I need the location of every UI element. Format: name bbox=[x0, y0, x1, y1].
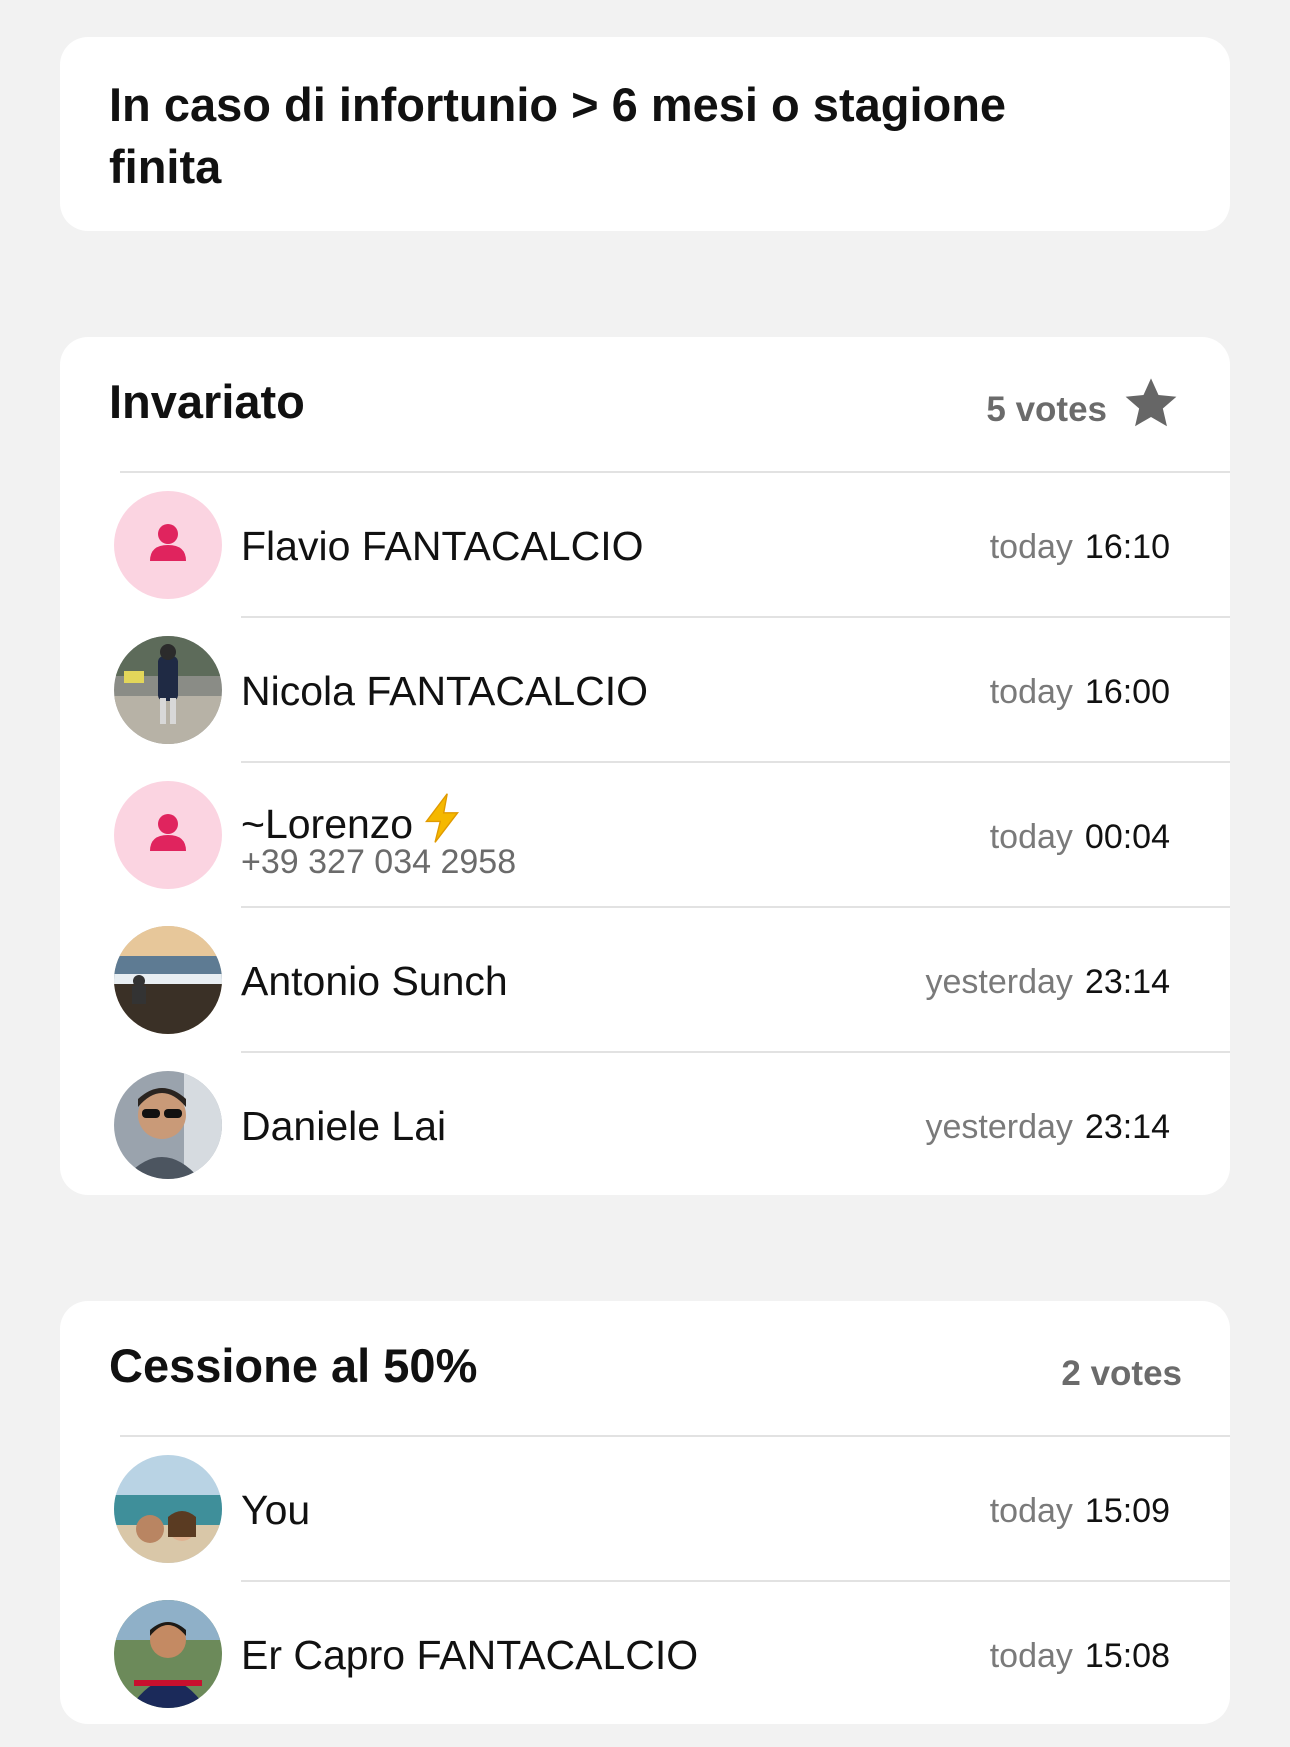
voter-phone: +39 327 034 2958 bbox=[241, 843, 517, 881]
poll-option-title: Cessione al 50% bbox=[109, 1339, 478, 1392]
poll-option-header: Cessione al 50% 2 votes bbox=[109, 1301, 1230, 1437]
voter-name: Nicola FANTACALCIO bbox=[241, 668, 649, 714]
vote-timestamp: today 15:09 bbox=[990, 1492, 1170, 1531]
voter-name: Antonio Sunch bbox=[241, 958, 508, 1004]
voter-row[interactable]: Er Capro FANTACALCIO today 15:08 bbox=[60, 1582, 1230, 1724]
voter-name: Flavio FANTACALCIO bbox=[241, 523, 644, 569]
poll-option-card: Invariato 5 votes Flavio FANTACALCIO tod… bbox=[60, 337, 1230, 1195]
vote-time: 23:14 bbox=[1084, 1108, 1170, 1146]
voter-row[interactable]: ~Lorenzo +39 327 034 2958 today 00:04 bbox=[60, 763, 1230, 908]
poll-question-card: In caso di infortunio > 6 mesi o stagion… bbox=[60, 37, 1230, 231]
vote-time: 16:00 bbox=[1084, 673, 1170, 711]
vote-timestamp: yesterday 23:14 bbox=[926, 963, 1171, 1002]
vote-time: 16:10 bbox=[1084, 528, 1170, 566]
vote-day: today bbox=[989, 818, 1073, 856]
voter-name: ~Lorenzo bbox=[241, 792, 463, 848]
voter-row[interactable]: Daniele Lai yesterday 23:14 bbox=[60, 1053, 1230, 1195]
vote-day: today bbox=[989, 673, 1073, 711]
voter-name: You bbox=[241, 1487, 311, 1533]
avatar bbox=[114, 1600, 222, 1708]
vote-timestamp: today 15:08 bbox=[990, 1637, 1170, 1676]
high-voltage-icon bbox=[425, 793, 460, 843]
voter-row[interactable]: Flavio FANTACALCIO today 16:10 bbox=[60, 473, 1230, 618]
vote-timestamp: today 00:04 bbox=[990, 818, 1170, 857]
poll-option-vote-count: 2 votes bbox=[1061, 1354, 1182, 1393]
vote-time: 15:09 bbox=[1084, 1492, 1170, 1530]
vote-day: today bbox=[989, 528, 1073, 566]
voter-name: Daniele Lai bbox=[241, 1103, 447, 1149]
default-avatar-icon bbox=[114, 781, 222, 889]
avatar bbox=[114, 636, 222, 744]
vote-time: 15:08 bbox=[1084, 1637, 1170, 1675]
vote-day: yesterday bbox=[925, 963, 1073, 1001]
avatar bbox=[114, 926, 222, 1034]
poll-option-card: Cessione al 50% 2 votes You today 15:09 bbox=[60, 1301, 1230, 1724]
vote-timestamp: yesterday 23:14 bbox=[926, 1108, 1171, 1147]
vote-timestamp: today 16:00 bbox=[990, 673, 1170, 712]
voter-name-text: ~Lorenzo bbox=[241, 801, 414, 847]
vote-time: 23:14 bbox=[1084, 963, 1170, 1001]
vote-day: today bbox=[989, 1637, 1073, 1675]
default-avatar-icon bbox=[114, 491, 222, 599]
vote-day: yesterday bbox=[925, 1108, 1073, 1146]
avatar bbox=[114, 1455, 222, 1563]
vote-timestamp: today 16:10 bbox=[990, 528, 1170, 567]
voter-row[interactable]: Antonio Sunch yesterday 23:14 bbox=[60, 908, 1230, 1053]
voter-row[interactable]: Nicola FANTACALCIO today 16:00 bbox=[60, 618, 1230, 763]
poll-question-title: In caso di infortunio > 6 mesi o stagion… bbox=[109, 78, 1007, 193]
vote-day: today bbox=[989, 1492, 1073, 1530]
poll-option-vote-count: 5 votes bbox=[986, 390, 1107, 429]
voter-row[interactable]: You today 15:09 bbox=[60, 1437, 1230, 1582]
poll-option-title: Invariato bbox=[109, 375, 305, 428]
avatar bbox=[114, 1071, 222, 1179]
star-icon bbox=[1125, 378, 1177, 427]
poll-option-header: Invariato 5 votes bbox=[109, 337, 1230, 473]
vote-time: 00:04 bbox=[1084, 818, 1170, 856]
voter-name: Er Capro FANTACALCIO bbox=[241, 1632, 699, 1678]
